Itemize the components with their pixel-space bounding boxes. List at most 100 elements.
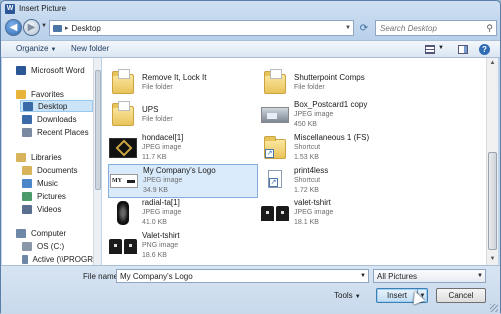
back-button[interactable]: ◀ <box>5 19 22 36</box>
navigation-pane: Microsoft Word Favorites Desktop Downloads R… <box>2 58 93 265</box>
file-list: Remove It, Lock It File folder Shutterpoin… <box>102 58 486 265</box>
file-item[interactable]: ↗ print4less Shortcut 1.72 KB <box>260 164 410 198</box>
nav-item-label: Active (\\PROGR <box>32 254 93 264</box>
file-list-scrollbar-thumb[interactable] <box>488 152 497 250</box>
nav-item[interactable]: Active (\\PROGR <box>20 253 93 265</box>
command-bar: Organize ▼ New folder ▼ ? <box>1 40 500 58</box>
file-type: File folder <box>294 84 325 91</box>
file-item[interactable]: hondacel[1] JPEG image 11.7 KB <box>108 131 258 165</box>
file-name: Box_Postcard1 copy <box>294 100 368 109</box>
title-bar: W Insert Picture <box>1 1 500 17</box>
chevron-down-icon: ▼ <box>50 47 57 53</box>
scroll-down-icon[interactable]: ▼ <box>487 254 498 265</box>
file-item[interactable]: Valet-tshirt PNG image 18.6 KB <box>108 229 258 263</box>
file-size: 450 KB <box>294 121 317 128</box>
nav-item[interactable]: Videos <box>20 203 93 215</box>
file-item[interactable]: Shutterpoint Comps File folder <box>260 66 410 100</box>
desktop-folder-icon <box>53 24 62 32</box>
file-size: 34.9 KB <box>143 187 168 194</box>
new-folder-button[interactable]: New folder <box>71 44 109 53</box>
desktop-icon <box>23 101 33 111</box>
view-dropdown-icon[interactable]: ▼ <box>438 45 444 51</box>
cancel-button[interactable]: Cancel <box>436 288 486 303</box>
word-icon <box>16 65 26 75</box>
star-icon <box>16 89 26 99</box>
file-name: Miscellaneous 1 (FS) <box>294 133 370 142</box>
nav-item-label: Favorites <box>31 89 64 99</box>
folder-icon <box>112 69 134 94</box>
file-name: hondacel[1] <box>142 133 184 142</box>
file-type: Shortcut <box>294 144 321 151</box>
nav-item-label: OS (C:) <box>37 241 65 251</box>
file-item[interactable]: radial-ta[1] JPEG image 41.0 KB <box>108 196 258 230</box>
nav-item[interactable]: Computer <box>14 227 93 239</box>
file-item[interactable]: valet-tshirt JPEG image 18.1 KB <box>260 196 410 230</box>
nav-item[interactable]: OS (C:) <box>20 240 93 252</box>
nav-item[interactable]: Music <box>20 177 93 189</box>
file-thumbnail <box>260 100 290 130</box>
nav-item[interactable]: Downloads <box>20 113 93 125</box>
window-title: Insert Picture <box>19 4 67 13</box>
resize-grip[interactable] <box>490 304 498 312</box>
pictures-icon <box>22 191 32 201</box>
file-name: valet-tshirt <box>294 198 331 207</box>
file-item[interactable]: MY My Company's Logo JPEG image 34.9 KB <box>108 164 258 198</box>
forward-button[interactable]: ▶ <box>23 19 40 36</box>
file-meta: print4less Shortcut 1.72 KB <box>294 166 328 196</box>
file-item[interactable]: Remove It, Lock It File folder <box>108 66 258 100</box>
nav-item[interactable]: Microsoft Word <box>14 64 93 76</box>
file-type-select[interactable]: All Pictures ▼ <box>373 269 486 283</box>
search-icon[interactable]: ⚲ <box>486 23 493 34</box>
address-row: ◀ ▶ ▼ ▸ Desktop ▼ ⟳ ⚲ <box>1 18 500 40</box>
file-item[interactable]: ↗ Miscellaneous 1 (FS) Shortcut 1.53 KB <box>260 131 410 165</box>
file-name: Shutterpoint Comps <box>294 73 365 82</box>
address-dropdown-icon[interactable]: ▼ <box>345 25 351 31</box>
recent-locations-dropdown[interactable]: ▼ <box>41 23 47 29</box>
nav-item[interactable]: Favorites <box>14 88 93 100</box>
file-item[interactable]: UPS File folder <box>108 98 258 132</box>
nav-item[interactable]: Recent Places <box>20 126 93 138</box>
file-name-field[interactable]: My Company's Logo ▼ <box>116 269 369 283</box>
breadcrumb-desktop[interactable]: Desktop <box>72 24 101 33</box>
file-type-dropdown-icon[interactable]: ▼ <box>477 273 483 279</box>
file-type: JPEG image <box>294 111 334 118</box>
file-size: 1.53 KB <box>294 154 319 161</box>
tools-button[interactable]: Tools ▼ <box>334 291 361 300</box>
search-box[interactable]: ⚲ <box>375 20 497 36</box>
file-thumbnail <box>260 68 290 98</box>
file-name-dropdown-icon[interactable]: ▼ <box>360 273 366 279</box>
organize-button[interactable]: Organize ▼ <box>16 44 56 53</box>
back-arrow-icon: ◀ <box>9 22 18 33</box>
breadcrumb-chevron-icon[interactable]: ▸ <box>65 24 69 32</box>
nav-scrollbar-thumb[interactable] <box>95 70 101 190</box>
file-type: Shortcut <box>294 177 321 184</box>
music-icon <box>22 178 32 188</box>
file-thumbnail: ↗ <box>260 166 290 196</box>
nav-item[interactable]: Desktop <box>20 100 93 112</box>
file-meta: Box_Postcard1 copy JPEG image 450 KB <box>294 100 367 130</box>
nav-item[interactable]: Libraries <box>14 151 93 163</box>
nav-item[interactable]: Pictures <box>20 190 93 202</box>
help-icon[interactable]: ? <box>479 44 490 55</box>
refresh-icon[interactable]: ⟳ <box>357 20 371 36</box>
file-name-value[interactable]: My Company's Logo <box>120 272 193 281</box>
preview-pane-icon[interactable] <box>458 45 468 54</box>
search-input[interactable] <box>380 23 480 33</box>
file-item[interactable]: Box_Postcard1 copy JPEG image 450 KB <box>260 98 410 132</box>
file-name: My Company's Logo <box>143 166 216 175</box>
file-name-label: File name: <box>83 272 121 281</box>
nav-scrollbar[interactable] <box>93 58 101 265</box>
file-name: Remove It, Lock It <box>142 73 207 82</box>
nav-item-label: Recent Places <box>37 127 89 137</box>
scroll-up-icon[interactable]: ▲ <box>487 58 498 69</box>
chevron-down-icon: ▼ <box>354 294 361 300</box>
address-bar[interactable]: ▸ Desktop ▼ <box>49 20 354 36</box>
change-view-icon[interactable] <box>425 45 435 54</box>
file-list-scrollbar[interactable]: ▲ ▼ <box>486 58 498 265</box>
file-type-value[interactable]: All Pictures <box>377 272 417 281</box>
file-type: JPEG image <box>142 144 182 151</box>
nav-item[interactable]: Documents <box>20 164 93 176</box>
nav-item-label: Videos <box>37 204 62 214</box>
image-thumbnail-icon <box>109 138 137 158</box>
tshirt-thumbnail-icon <box>109 239 137 254</box>
